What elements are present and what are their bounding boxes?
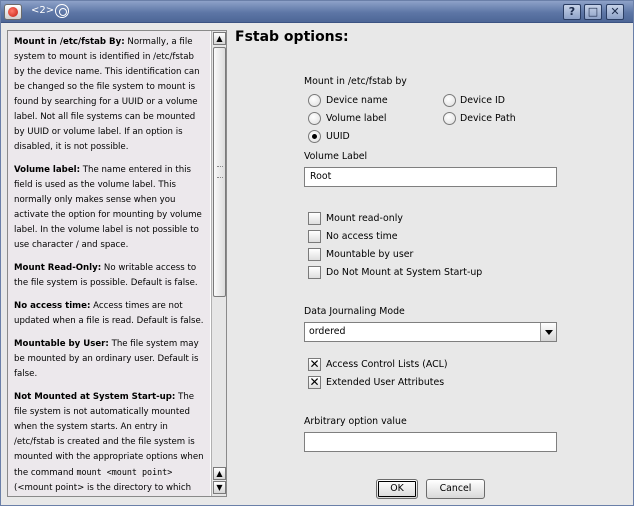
- help-panel: Mount in /etc/fstab By: Normally, a file…: [7, 30, 227, 497]
- help-scrollbar[interactable]: ▲ ▲ ▼: [211, 31, 226, 496]
- journaling-mode-select[interactable]: ordered: [304, 322, 557, 342]
- journaling-mode-value: ordered: [309, 326, 346, 337]
- distribution-logo-icon: [55, 4, 69, 18]
- radio-volume-label[interactable]: [308, 112, 321, 125]
- maximize-button[interactable]: □: [584, 4, 602, 20]
- scroll-down-arrow-icon[interactable]: ▼: [213, 481, 226, 494]
- scrollbar-thumb[interactable]: [213, 47, 226, 297]
- chevron-down-icon[interactable]: [540, 323, 556, 341]
- checkbox-user-xattr-label: Extended User Attributes: [326, 377, 445, 388]
- help-button[interactable]: ?: [563, 4, 581, 20]
- radio-uuid[interactable]: [308, 130, 321, 143]
- checkbox-mount-read-only[interactable]: [308, 212, 321, 225]
- help-paragraph: No access time: Access times are not upd…: [14, 301, 204, 326]
- arbitrary-option-input[interactable]: [304, 432, 557, 452]
- help-paragraph: Mount in /etc/fstab By: Normally, a file…: [14, 37, 200, 152]
- scroll-up-arrow-icon[interactable]: ▲: [213, 467, 226, 480]
- checkbox-acl[interactable]: ✕: [308, 358, 321, 371]
- help-paragraph: Mount Read-Only: No writable access to t…: [14, 263, 198, 288]
- checkbox-no-mount-startup[interactable]: [308, 266, 321, 279]
- ok-button[interactable]: OK: [376, 479, 418, 499]
- help-paragraph: Mountable by User: The file system may b…: [14, 339, 199, 379]
- checkbox-mount-read-only-label: Mount read-only: [326, 213, 403, 224]
- dialog-window: <2> ? □ ✕ Mount in /etc/fstab By: Normal…: [0, 0, 634, 506]
- checkbox-mountable-by-user[interactable]: [308, 248, 321, 261]
- window-title: <2>: [31, 5, 55, 16]
- help-paragraph: Not Mounted at System Start-up: The file…: [14, 392, 204, 493]
- help-text: Mount in /etc/fstab By: Normally, a file…: [8, 31, 210, 496]
- checkbox-no-access-time[interactable]: [308, 230, 321, 243]
- title-bar[interactable]: <2> ? □ ✕: [1, 1, 633, 23]
- mount-by-label: Mount in /etc/fstab by: [304, 76, 407, 87]
- volume-label-caption: Volume Label: [304, 151, 368, 162]
- radio-device-path-label: Device Path: [460, 113, 516, 124]
- radio-device-path[interactable]: [443, 112, 456, 125]
- radio-device-id-label: Device ID: [460, 95, 506, 106]
- volume-label-input[interactable]: Root: [304, 167, 557, 187]
- checkbox-no-access-time-label: No access time: [326, 231, 398, 242]
- radio-device-name-label: Device name: [326, 95, 388, 106]
- radio-device-name[interactable]: [308, 94, 321, 107]
- close-button[interactable]: ✕: [606, 4, 624, 20]
- cancel-button[interactable]: Cancel: [426, 479, 485, 499]
- checkbox-no-mount-startup-label: Do Not Mount at System Start-up: [326, 267, 483, 278]
- checkbox-acl-label: Access Control Lists (ACL): [326, 359, 448, 370]
- radio-uuid-label: UUID: [326, 131, 350, 142]
- journaling-caption: Data Journaling Mode: [304, 306, 405, 317]
- scroll-up-arrow-icon[interactable]: ▲: [213, 32, 226, 45]
- radio-volume-label-label: Volume label: [326, 113, 387, 124]
- checkbox-mountable-by-user-label: Mountable by user: [326, 249, 414, 260]
- help-paragraph: Volume label: The name entered in this f…: [14, 165, 202, 250]
- arbitrary-option-caption: Arbitrary option value: [304, 416, 407, 427]
- app-menu-icon[interactable]: [4, 4, 22, 20]
- page-title: Fstab options:: [235, 29, 349, 45]
- radio-device-id[interactable]: [443, 94, 456, 107]
- checkbox-user-xattr[interactable]: ✕: [308, 376, 321, 389]
